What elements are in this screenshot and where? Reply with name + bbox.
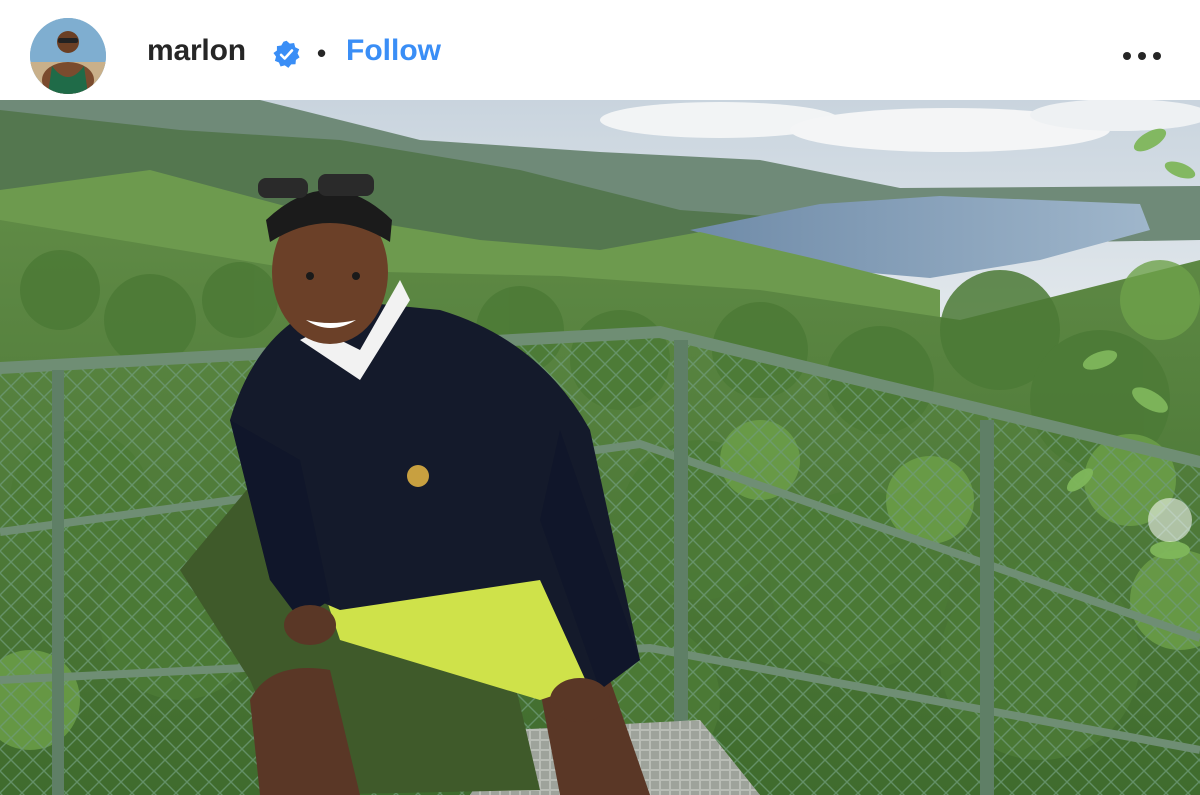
carousel-next-indicator[interactable] bbox=[1148, 498, 1192, 542]
avatar-photo-icon bbox=[30, 18, 106, 94]
profile-avatar[interactable] bbox=[30, 18, 106, 94]
verified-badge-icon bbox=[273, 40, 300, 68]
follow-button[interactable]: Follow bbox=[346, 34, 441, 68]
separator-dot: • bbox=[317, 38, 327, 68]
post-photo-scene bbox=[0, 100, 1200, 795]
more-options-icon[interactable] bbox=[1118, 44, 1166, 68]
username[interactable]: marlon bbox=[147, 34, 246, 68]
post-header: marlon • Follow bbox=[0, 0, 1200, 100]
post-photo[interactable] bbox=[0, 100, 1200, 795]
